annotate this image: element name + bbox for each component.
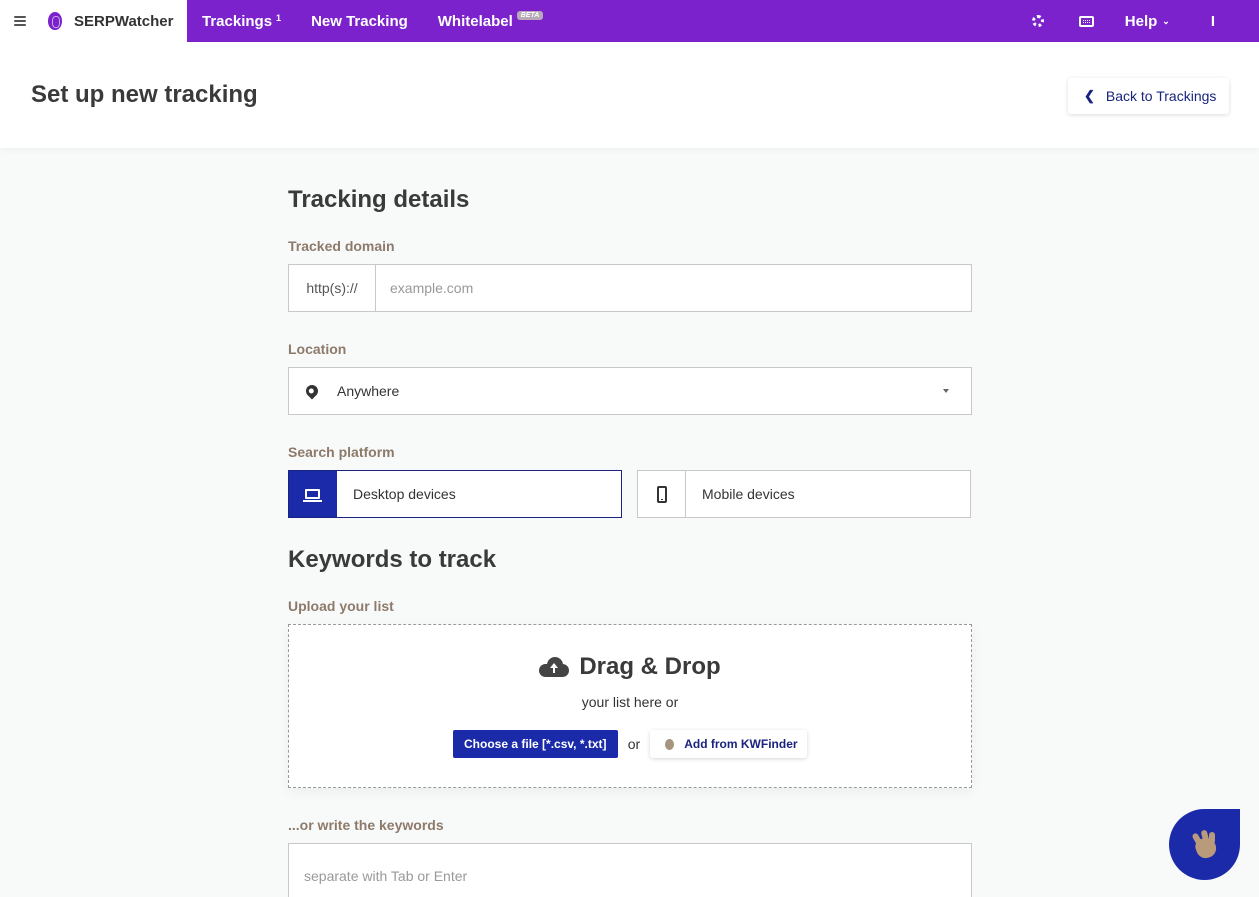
brand-area: SERPWatcher xyxy=(0,0,187,42)
keywords-title: Keywords to track xyxy=(288,546,497,573)
platform-desktop-icon-box xyxy=(289,471,337,517)
caret-down-icon xyxy=(943,389,949,393)
dropzone-actions: Choose a file [*.csv, *.txt] or Add from… xyxy=(289,730,971,758)
platform-mobile-icon-box xyxy=(638,471,686,517)
brand-name[interactable]: SERPWatcher xyxy=(74,13,173,30)
back-to-trackings-label: Back to Trackings xyxy=(1105,88,1217,104)
write-keywords-label: ...or write the keywords xyxy=(288,817,444,833)
dropzone-or: or xyxy=(627,736,641,752)
nav-whitelabel[interactable]: Whitelabel BETA xyxy=(437,10,544,30)
location-value: Anywhere xyxy=(337,383,400,399)
keywords-input[interactable]: separate with Tab or Enter xyxy=(288,843,972,897)
location-label: Location xyxy=(288,341,347,357)
gear-icon[interactable] xyxy=(1031,15,1044,27)
kwfinder-label: Add from KWFinder xyxy=(684,737,798,751)
nav-whitelabel-label: Whitelabel xyxy=(437,12,513,30)
help-menu[interactable]: Help ⌄ xyxy=(1125,13,1170,30)
kwfinder-icon xyxy=(665,738,675,750)
menu-icon[interactable] xyxy=(14,16,26,26)
dropzone-header: Drag & Drop xyxy=(289,653,971,681)
serpwatcher-logo xyxy=(48,12,62,30)
user-menu[interactable]: I xyxy=(1211,13,1215,30)
chevron-down-icon: ⌄ xyxy=(1162,15,1170,26)
cloud-upload-icon xyxy=(539,657,570,677)
chat-widget-button[interactable] xyxy=(1169,809,1240,880)
nav-trackings-count: 1 xyxy=(276,12,282,23)
nav-new-tracking[interactable]: New Tracking xyxy=(311,13,408,30)
domain-input[interactable]: example.com xyxy=(376,265,971,311)
platform-desktop-option[interactable]: Desktop devices xyxy=(288,470,622,518)
domain-prefix: http(s):// xyxy=(289,265,376,311)
platform-mobile-label: Mobile devices xyxy=(702,486,795,502)
beta-badge: BETA xyxy=(516,10,544,20)
waving-hand-icon xyxy=(1190,828,1220,861)
location-select[interactable]: Anywhere xyxy=(288,367,972,415)
nav-new-tracking-label: New Tracking xyxy=(311,12,408,30)
upload-dropzone[interactable]: Drag & Drop your list here or Choose a f… xyxy=(288,624,972,788)
back-to-trackings-button[interactable]: ❮ Back to Trackings xyxy=(1068,78,1229,114)
platform-mobile-option[interactable]: Mobile devices xyxy=(637,470,971,518)
keyboard-icon[interactable] xyxy=(1078,15,1094,27)
nav-trackings-label: Trackings xyxy=(202,12,273,30)
dropzone-subtitle: your list here or xyxy=(581,694,679,710)
page-header: Set up new tracking ❮ Back to Trackings xyxy=(0,42,1259,148)
help-label: Help xyxy=(1124,12,1158,30)
dropzone-title: Drag & Drop xyxy=(579,653,721,680)
nav-right-group: Help ⌄ I xyxy=(1031,0,1259,42)
tracked-domain-field: http(s):// example.com xyxy=(288,264,972,312)
platform-desktop-label: Desktop devices xyxy=(353,486,456,502)
tracked-domain-label: Tracked domain xyxy=(288,238,395,254)
nav-trackings[interactable]: Trackings 1 xyxy=(202,13,281,30)
upload-list-label: Upload your list xyxy=(288,598,394,614)
location-pin-icon xyxy=(303,382,321,400)
top-navbar: SERPWatcher Trackings 1 New Tracking Whi… xyxy=(0,0,1259,42)
page-title: Set up new tracking xyxy=(31,81,258,108)
choose-file-button[interactable]: Choose a file [*.csv, *.txt] xyxy=(452,730,618,758)
laptop-icon xyxy=(303,489,322,502)
search-platform-label: Search platform xyxy=(288,444,395,460)
phone-icon xyxy=(656,485,667,503)
chevron-left-icon: ❮ xyxy=(1084,88,1095,103)
add-from-kwfinder-button[interactable]: Add from KWFinder xyxy=(650,730,808,758)
tracking-details-title: Tracking details xyxy=(288,186,470,213)
